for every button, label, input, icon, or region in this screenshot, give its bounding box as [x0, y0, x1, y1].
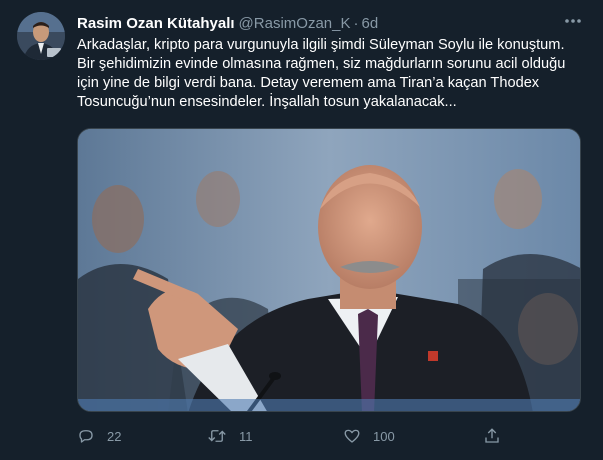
reply-count: 22	[107, 428, 122, 444]
avatar[interactable]	[17, 12, 65, 60]
retweet-icon	[208, 430, 226, 442]
separator-dot: ·	[353, 14, 359, 32]
more-options-button[interactable]	[560, 10, 586, 32]
author-handle[interactable]: @RasimOzan_K	[239, 15, 351, 32]
share-icon	[485, 428, 499, 443]
share-button[interactable]	[483, 426, 513, 446]
retweet-button[interactable]: 11	[207, 426, 253, 446]
like-icon	[344, 429, 360, 443]
tweet-text: Arkadaşlar, kripto para vurgunuyla ilgil…	[77, 37, 566, 110]
author-name[interactable]: Rasim Ozan Kütahyalı	[77, 15, 235, 32]
tweet-header: Rasim Ozan Kütahyalı @RasimOzan_K · 6d	[77, 13, 378, 33]
tweet-actions: 22 11 100	[77, 426, 517, 446]
tweet-photo[interactable]	[77, 128, 581, 412]
tweet-time[interactable]: 6d	[361, 15, 378, 32]
more-icon	[565, 19, 581, 23]
tweet-card[interactable]: Rasim Ozan Kütahyalı @RasimOzan_K · 6d A…	[0, 0, 603, 460]
retweet-count: 11	[239, 428, 253, 444]
reply-icon	[79, 430, 93, 443]
like-button[interactable]: 100	[343, 426, 395, 446]
like-count: 100	[373, 428, 395, 444]
reply-button[interactable]: 22	[77, 426, 121, 446]
